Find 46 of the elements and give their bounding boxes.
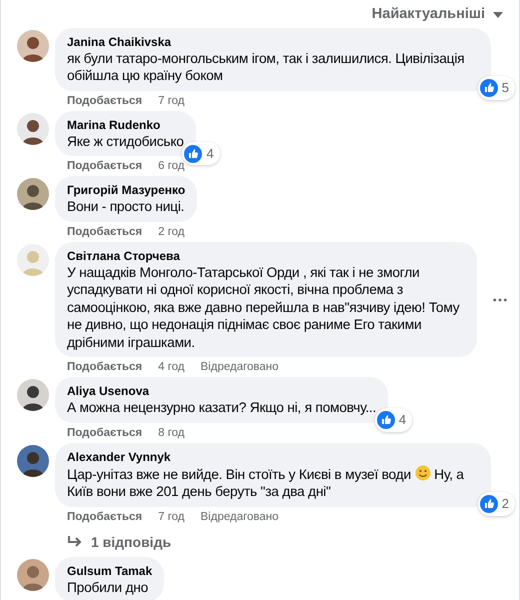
comment-time[interactable]: 4 год	[158, 360, 185, 374]
comment-text: Вони - просто ниці.	[67, 198, 186, 216]
author-name[interactable]: Janina Chaikivska	[67, 34, 479, 50]
comment-time[interactable]: 7 год	[158, 510, 185, 524]
author-name[interactable]: Aliya Usenova	[67, 383, 376, 400]
comment-text: Пробили дно	[67, 578, 150, 596]
author-name[interactable]: Marina Rudenko	[67, 116, 184, 133]
reaction-badge[interactable]: 4	[182, 142, 220, 166]
sort-dropdown[interactable]: Найактуальніші	[372, 4, 503, 26]
like-link[interactable]: Подобається	[67, 159, 142, 174]
author-name[interactable]: Григорій Мазуренко	[67, 182, 186, 198]
like-icon	[376, 411, 395, 429]
comment-text: Цар-унітаз вже не вийде. Він стоїть у Києві в музеї води Ну, а Київ вони вже 201 день беруть "за два дні"	[67, 464, 465, 501]
caret-icon	[493, 12, 503, 18]
smiley-icon	[414, 464, 431, 481]
like-link[interactable]: Подобається	[67, 94, 142, 108]
author-name[interactable]: Світлана Сторчева	[67, 248, 465, 264]
comment-text: як були татаро-монгольським ігом, так і залишилися. Цивілізація обійшла цю країну боком	[67, 50, 466, 85]
comment-time[interactable]: 6 год	[158, 159, 185, 174]
comment-text: А можна нецензурно казати? Якщо ні, я помовчу...	[67, 399, 376, 417]
reaction-count: 4	[398, 411, 406, 430]
reaction-count: 2	[502, 495, 509, 514]
like-icon	[480, 79, 498, 97]
like-icon	[480, 495, 498, 513]
comment-time[interactable]: 7 год	[158, 94, 185, 108]
more-icon[interactable]	[493, 298, 507, 302]
replies-link[interactable]: 1 відповідь	[55, 524, 172, 554]
edited-label: Відредаговано	[200, 510, 279, 524]
author-name[interactable]: Gulsum Tamak	[67, 562, 152, 579]
reaction-badge[interactable]: 4	[374, 408, 412, 432]
like-link[interactable]: Подобається	[67, 360, 142, 374]
comment-text: Яке ж стидобисько	[67, 132, 184, 150]
reaction-badge[interactable]: 2	[478, 492, 515, 516]
comment-time[interactable]: 8 год	[158, 426, 185, 440]
like-link[interactable]: Подобається	[67, 426, 142, 440]
like-link[interactable]: Подобається	[67, 510, 142, 524]
reaction-count: 5	[502, 79, 509, 98]
edited-label: Відредаговано	[200, 360, 279, 374]
like-icon	[184, 144, 202, 162]
reaction-count: 4	[206, 144, 214, 163]
reaction-badge[interactable]: 5	[478, 76, 515, 100]
comment-time[interactable]: 2 год	[158, 224, 185, 239]
like-link[interactable]: Подобається	[67, 224, 142, 239]
comment-text: У нащадків Монголо-Татарської Орди , які так і не змогли успадкувати ні одної корисної якості, вічна проблема з самооцінкою, яка вже давно перейшла в нав"язчиву ідею! Тому не дивно, що недонація піднімає своє раниме Его такими дрібними іграшками.	[67, 264, 460, 352]
reply-arrow-icon	[67, 534, 83, 549]
author-name[interactable]: Alexander Vynnyk	[67, 448, 479, 465]
